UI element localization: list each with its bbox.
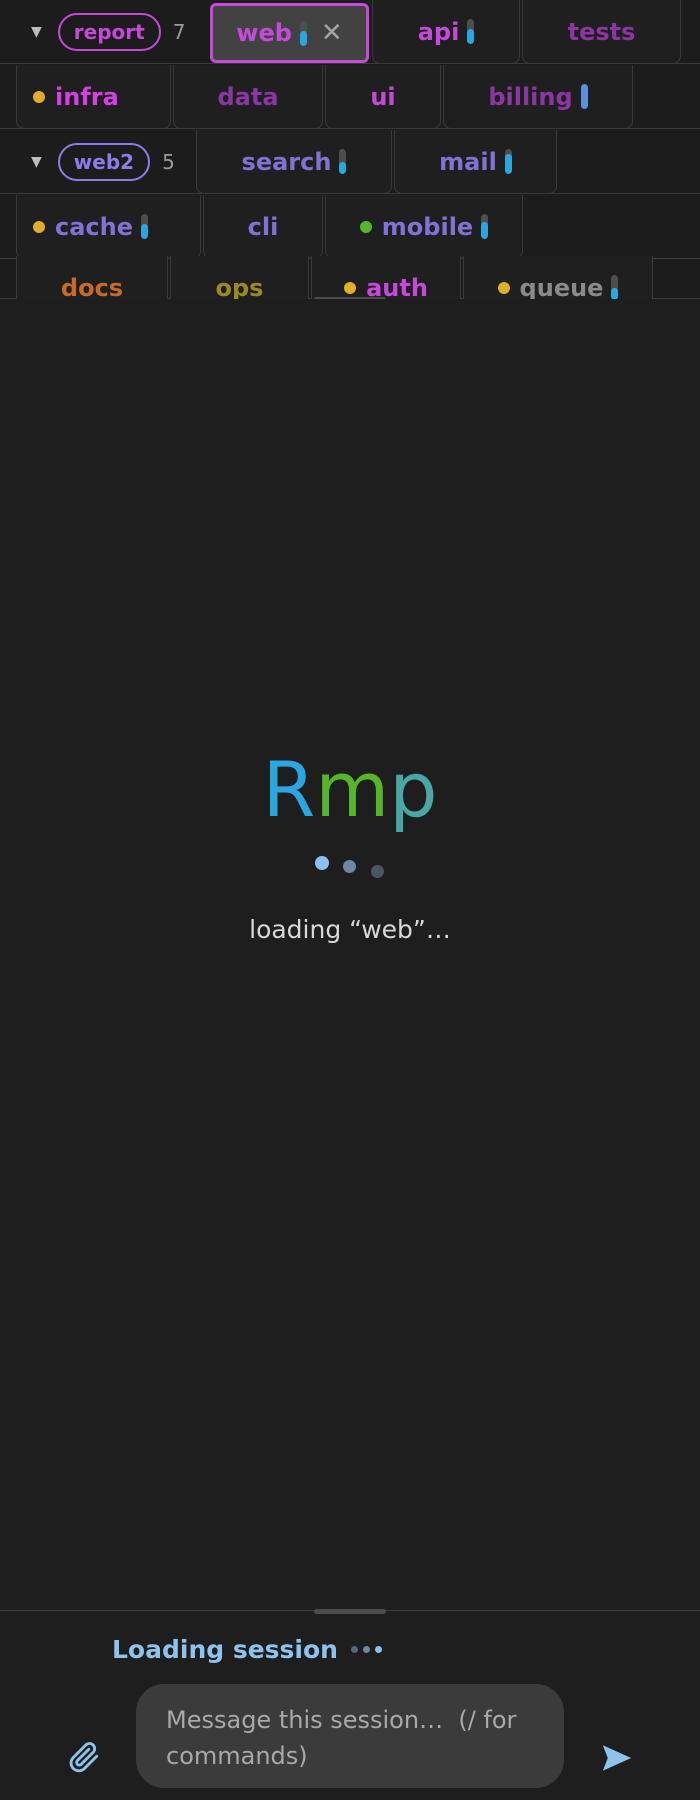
group-pill-report[interactable]: report (57, 13, 161, 51)
tab-group-web2[interactable]: ▼ web2 5 (0, 130, 175, 194)
tab-mobile[interactable]: mobile (325, 195, 523, 259)
tab-tests[interactable]: tests (522, 0, 681, 64)
composer-footer: Loading session (0, 1609, 700, 1800)
status-dot (362, 1646, 370, 1653)
tab-search[interactable]: search (196, 130, 392, 194)
activity-indicator (141, 214, 149, 239)
group-count-report: 7 (172, 20, 186, 44)
tab-label: mail (439, 147, 497, 176)
tab-row-5: docs ops auth queue (0, 256, 700, 299)
tab-label: queue (519, 273, 604, 300)
tab-ui[interactable]: ui (325, 65, 441, 129)
tab-group-report[interactable]: ▼ report 7 (0, 0, 185, 64)
tab-label: search (241, 147, 332, 176)
tab-label: cli (247, 212, 279, 241)
group-pill-web2[interactable]: web2 (57, 143, 151, 181)
activity-indicator-fill (504, 154, 512, 174)
tab-label: mobile (381, 212, 474, 241)
loading-spinner (0, 852, 700, 882)
logo-letter: p (389, 745, 438, 834)
tab-label: cache (55, 212, 134, 241)
tab-api[interactable]: api (372, 0, 520, 64)
loading-message: loading “web”… (249, 915, 451, 944)
tab-label: ui (370, 82, 396, 111)
activity-indicator (611, 275, 619, 299)
tab-label: web (236, 19, 292, 47)
send-icon[interactable] (600, 1741, 634, 1775)
resize-handle[interactable] (314, 297, 386, 299)
status-dot (374, 1646, 382, 1653)
logo-letter: m (315, 745, 390, 834)
tab-row-3: ▼ web2 5 search mail (0, 130, 700, 194)
resize-handle[interactable] (314, 1609, 386, 1614)
loading-dot (315, 856, 329, 870)
tab-data[interactable]: data (173, 65, 323, 129)
session-status-label: Loading session (112, 1635, 338, 1664)
paperclip-icon[interactable] (66, 1739, 102, 1775)
tab-label: api (417, 17, 460, 46)
logo-letter: R (262, 745, 316, 834)
tab-label: tests (567, 17, 636, 46)
tab-row-1: ▼ report 7 web ✕ api tests (0, 0, 700, 64)
app-logo: Rmp (0, 745, 700, 835)
activity-indicator (580, 84, 588, 109)
tab-label: auth (366, 273, 428, 300)
status-dot (344, 281, 357, 294)
chevron-down-icon[interactable]: ▼ (31, 154, 42, 170)
message-input[interactable] (166, 1702, 534, 1770)
tab-label: infra (55, 82, 119, 111)
activity-indicator-fill (339, 161, 347, 174)
message-input-container (136, 1684, 564, 1788)
activity-indicator-fill (467, 29, 475, 44)
activity-indicator-fill (141, 224, 149, 239)
tab-label: billing (488, 82, 573, 111)
status-dot (350, 1646, 358, 1653)
status-dot (33, 220, 45, 233)
tab-auth[interactable]: auth (311, 256, 461, 299)
tab-cache[interactable]: cache (16, 195, 201, 259)
session-status: Loading session (112, 1635, 382, 1664)
status-dot (497, 281, 510, 294)
activity-indicator (339, 149, 347, 174)
activity-indicator-fill (580, 84, 588, 109)
activity-indicator (467, 19, 475, 44)
tab-label: docs (60, 273, 124, 300)
status-dots (346, 1646, 382, 1653)
activity-indicator-fill (611, 287, 619, 299)
activity-indicator-fill (481, 221, 489, 239)
tab-bar: ▼ report 7 web ✕ api tests infra data ui … (0, 0, 700, 299)
status-dot (359, 220, 372, 233)
tab-row-2: infra data ui billing (0, 65, 700, 129)
tab-infra[interactable]: infra (16, 65, 171, 129)
status-dot (33, 90, 45, 103)
close-icon[interactable]: ✕ (321, 18, 343, 48)
activity-indicator (299, 20, 307, 46)
chevron-down-icon[interactable]: ▼ (31, 24, 42, 40)
activity-indicator-fill (299, 30, 307, 46)
tab-cli[interactable]: cli (203, 195, 323, 259)
tab-mail[interactable]: mail (394, 130, 557, 194)
tab-label: data (217, 82, 279, 111)
loading-dot (343, 860, 356, 873)
tab-row-4: cache cli mobile (0, 195, 700, 259)
tab-label: ops (215, 273, 264, 300)
tab-queue[interactable]: queue (463, 256, 653, 299)
activity-indicator (481, 214, 489, 239)
tab-web[interactable]: web ✕ (210, 3, 369, 63)
tab-billing[interactable]: billing (443, 65, 633, 129)
activity-indicator (504, 149, 512, 174)
tab-docs[interactable]: docs (16, 256, 168, 299)
group-count-web2: 5 (162, 150, 175, 174)
loading-dot (371, 865, 384, 878)
tab-ops[interactable]: ops (170, 256, 309, 299)
